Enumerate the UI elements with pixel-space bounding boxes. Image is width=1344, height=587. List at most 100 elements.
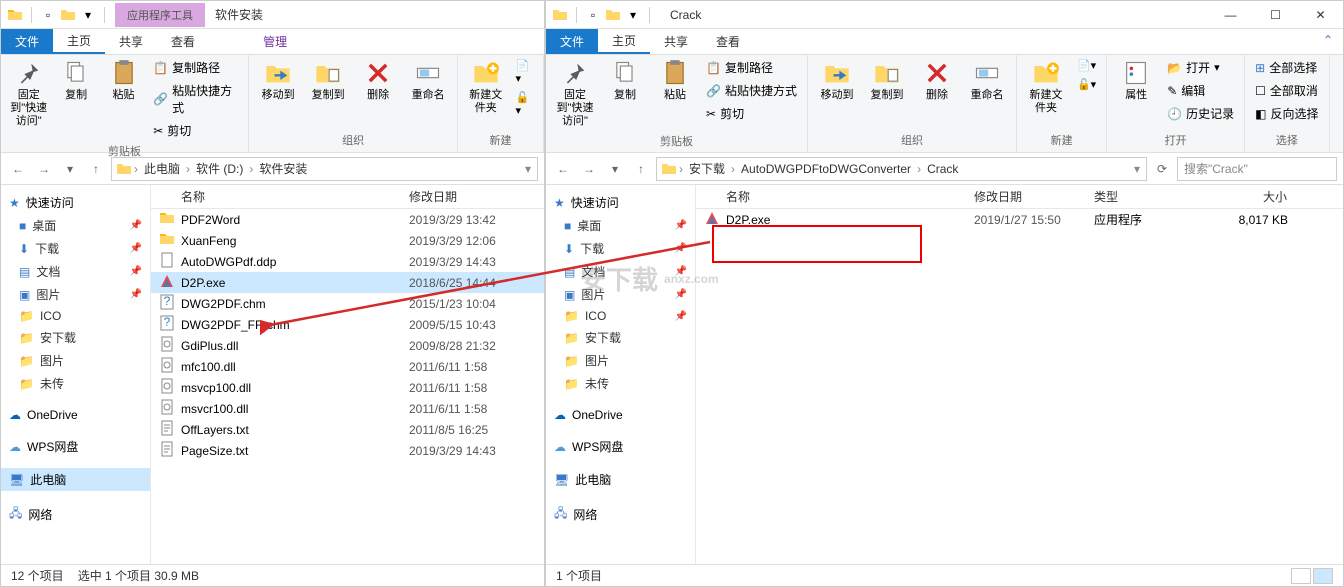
- nav-wps[interactable]: ☁WPS网盘: [1, 435, 150, 458]
- view-mode-toggle[interactable]: [1291, 568, 1333, 584]
- copy-path-button[interactable]: 📋复制路径: [149, 57, 242, 78]
- file-list[interactable]: 名称 修改日期 PDF2Word2019/3/29 13:42XuanFeng2…: [151, 185, 544, 564]
- nav-thispc[interactable]: 🖥此电脑: [1, 468, 150, 491]
- tab-share[interactable]: 共享: [105, 29, 157, 54]
- file-row[interactable]: GdiPlus.dll2009/8/28 21:32: [151, 335, 544, 356]
- select-all-button[interactable]: ⊞全部选择: [1251, 57, 1322, 78]
- ribbon-toggle-icon[interactable]: ⌃: [1313, 29, 1343, 54]
- tab-manage[interactable]: 管理: [249, 29, 301, 54]
- nav-wc[interactable]: 📁未传: [546, 372, 695, 395]
- refresh-button[interactable]: ⟳: [1151, 158, 1173, 180]
- nav-quick-access[interactable]: ★快速访问: [546, 191, 695, 214]
- file-row[interactable]: ?DWG2PDF.chm2015/1/23 10:04: [151, 293, 544, 314]
- file-row[interactable]: D2P.exe2019/1/27 15:50应用程序8,017 KB: [696, 209, 1343, 230]
- pin-button[interactable]: 固定到"快速访问": [7, 57, 50, 131]
- file-row[interactable]: OffLayers.txt2011/8/5 16:25: [151, 419, 544, 440]
- nav-network[interactable]: 🖧网络: [1, 501, 150, 528]
- paste-shortcut-button[interactable]: 🔗粘贴快捷方式: [702, 80, 801, 101]
- file-row[interactable]: msvcp100.dll2011/6/11 1:58: [151, 377, 544, 398]
- paste-button[interactable]: 粘贴: [102, 57, 145, 104]
- tab-file[interactable]: 文件: [1, 29, 53, 54]
- open-button[interactable]: 📂打开▾: [1163, 57, 1238, 78]
- breadcrumb[interactable]: 软件 (D:): [192, 160, 247, 177]
- breadcrumb[interactable]: AutoDWGPDFtoDWGConverter: [737, 162, 915, 176]
- back-button[interactable]: ←: [7, 158, 29, 180]
- qat-item-icon[interactable]: [605, 7, 621, 23]
- tab-view[interactable]: 查看: [702, 29, 754, 54]
- minimize-button[interactable]: —: [1208, 1, 1253, 29]
- qat-item-icon[interactable]: [60, 7, 76, 23]
- nav-ico[interactable]: 📁ICO: [1, 306, 150, 326]
- file-row[interactable]: mfc100.dll2011/6/11 1:58: [151, 356, 544, 377]
- nav-pic2[interactable]: 📁图片: [546, 349, 695, 372]
- tab-view[interactable]: 查看: [157, 29, 209, 54]
- titlebar[interactable]: ▫ ▾ Crack — ☐ ✕: [546, 1, 1343, 29]
- back-button[interactable]: ←: [552, 158, 574, 180]
- easy-access-button[interactable]: 🔓▾: [511, 89, 537, 119]
- delete-button[interactable]: 删除: [914, 57, 960, 104]
- file-row[interactable]: XuanFeng2019/3/29 12:06: [151, 230, 544, 251]
- forward-button[interactable]: →: [33, 158, 55, 180]
- nav-downloads[interactable]: ⬇下载📌: [1, 237, 150, 260]
- qat-dropdown-icon[interactable]: ▾: [625, 7, 641, 23]
- delete-button[interactable]: 删除: [355, 57, 401, 104]
- nav-pictures[interactable]: ▣图片📌: [1, 283, 150, 306]
- select-none-button[interactable]: ☐全部取消: [1251, 80, 1322, 101]
- qat-dropdown-icon[interactable]: ▾: [80, 7, 96, 23]
- file-list[interactable]: 名称 修改日期 类型 大小 D2P.exe2019/1/27 15:50应用程序…: [696, 185, 1343, 564]
- address-bar[interactable]: › 安下载› AutoDWGPDFtoDWGConverter› Crack ▾: [656, 157, 1147, 181]
- nav-pic2[interactable]: 📁图片: [1, 349, 150, 372]
- nav-documents[interactable]: ▤文档📌: [1, 260, 150, 283]
- tab-share[interactable]: 共享: [650, 29, 702, 54]
- copy-button[interactable]: 复制: [54, 57, 97, 104]
- moveto-button[interactable]: 移动到: [814, 57, 860, 104]
- col-date[interactable]: 修改日期: [401, 188, 521, 205]
- nav-desktop[interactable]: ■桌面📌: [1, 214, 150, 237]
- nav-quick-access[interactable]: ★快速访问: [1, 191, 150, 214]
- nav-ico[interactable]: 📁ICO📌: [546, 306, 695, 326]
- pin-button[interactable]: 固定到"快速访问": [552, 57, 598, 131]
- col-date[interactable]: 修改日期: [966, 188, 1086, 205]
- navigation-pane[interactable]: ★快速访问 ■桌面📌 ⬇下载📌 ▤文档📌 ▣图片📌 📁ICO📌 📁安下载 📁图片…: [546, 185, 696, 564]
- easy-access-button[interactable]: 🔓▾: [1073, 76, 1100, 93]
- col-name[interactable]: 名称: [696, 188, 966, 205]
- properties-button[interactable]: 属性: [1113, 57, 1159, 104]
- new-item-button[interactable]: 📄▾: [1073, 57, 1100, 74]
- up-button[interactable]: ↑: [630, 158, 652, 180]
- breadcrumb[interactable]: 软件安装: [255, 160, 311, 177]
- tab-file[interactable]: 文件: [546, 29, 598, 54]
- rename-button[interactable]: 重命名: [964, 57, 1010, 104]
- qat-item-icon[interactable]: ▫: [40, 7, 56, 23]
- newfolder-button[interactable]: 新建文件夹: [1023, 57, 1069, 117]
- col-type[interactable]: 类型: [1086, 188, 1196, 205]
- nav-downloads[interactable]: ⬇下载📌: [546, 237, 695, 260]
- close-button[interactable]: ✕: [1298, 1, 1343, 29]
- chevron-down-icon[interactable]: ▾: [523, 162, 533, 176]
- qat-item-icon[interactable]: ▫: [585, 7, 601, 23]
- cut-button[interactable]: ✂剪切: [149, 120, 242, 141]
- nav-wc[interactable]: 📁未传: [1, 372, 150, 395]
- tab-home[interactable]: 主页: [598, 29, 650, 54]
- rename-button[interactable]: 重命名: [405, 57, 451, 104]
- newfolder-button[interactable]: 新建文件夹: [464, 57, 507, 117]
- history-button[interactable]: 🕘历史记录: [1163, 103, 1238, 124]
- maximize-button[interactable]: ☐: [1253, 1, 1298, 29]
- paste-button[interactable]: 粘贴: [652, 57, 698, 104]
- col-name[interactable]: 名称: [151, 188, 401, 205]
- address-bar[interactable]: › 此电脑› 软件 (D:)› 软件安装 ▾: [111, 157, 538, 181]
- copyto-button[interactable]: 复制到: [305, 57, 351, 104]
- nav-desktop[interactable]: ■桌面📌: [546, 214, 695, 237]
- file-row[interactable]: PageSize.txt2019/3/29 14:43: [151, 440, 544, 461]
- breadcrumb[interactable]: Crack: [923, 162, 962, 176]
- nav-anxz[interactable]: 📁安下载: [546, 326, 695, 349]
- recent-button[interactable]: ▾: [604, 158, 626, 180]
- chevron-down-icon[interactable]: ▾: [1132, 162, 1142, 176]
- titlebar[interactable]: ▫ ▾ 应用程序工具 软件安装: [1, 1, 544, 29]
- file-row[interactable]: PDF2Word2019/3/29 13:42: [151, 209, 544, 230]
- nav-onedrive[interactable]: ☁OneDrive: [546, 405, 695, 425]
- breadcrumb[interactable]: 安下载: [685, 160, 729, 177]
- file-row[interactable]: D2P.exe2018/6/25 14:44: [151, 272, 544, 293]
- nav-wps[interactable]: ☁WPS网盘: [546, 435, 695, 458]
- breadcrumb[interactable]: 此电脑: [140, 160, 184, 177]
- file-row[interactable]: ?DWG2PDF_FR.chm2009/5/15 10:43: [151, 314, 544, 335]
